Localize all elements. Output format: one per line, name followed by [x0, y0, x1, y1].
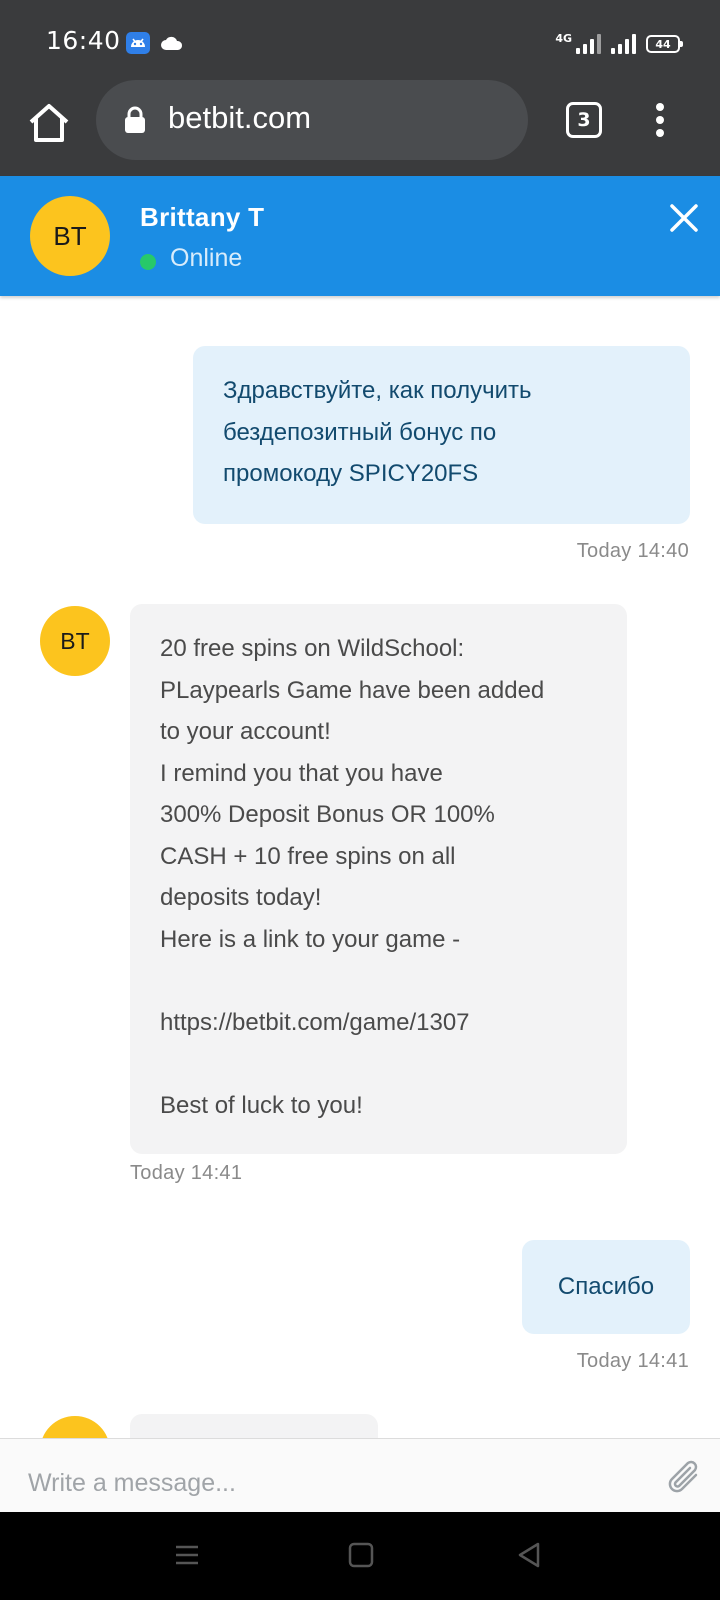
back-triangle-icon — [518, 1542, 540, 1568]
home-button[interactable] — [26, 100, 72, 146]
signal-icon-1 — [576, 34, 601, 54]
recent-apps-button[interactable] — [174, 1542, 200, 1572]
paperclip-icon — [668, 1460, 698, 1493]
battery-level: 44 — [655, 37, 671, 51]
message-text: 20 free spins on WildSchool: PLaypearls … — [160, 635, 545, 1119]
signal-icon-2 — [611, 34, 636, 54]
menu-lines-icon — [176, 1545, 198, 1565]
agent-avatar: BT — [30, 196, 110, 276]
url-text: betbit.com — [168, 100, 312, 135]
menu-dot — [656, 116, 664, 124]
status-time: 16:40 — [46, 26, 121, 55]
agent-name: Brittany T — [140, 202, 265, 232]
message-timestamp: Today 14:41 — [130, 1162, 243, 1184]
agent-message-avatar: BT — [40, 606, 110, 676]
lock-icon — [124, 106, 146, 138]
menu-dot — [656, 103, 664, 111]
android-notification-icon — [126, 32, 150, 54]
back-nav-button[interactable] — [516, 1542, 542, 1572]
battery-icon: 44 — [646, 35, 683, 53]
message-timestamp: Today 14:40 — [576, 540, 689, 562]
square-icon — [348, 1542, 374, 1568]
chat-header: BT Brittany T Online — [0, 176, 720, 296]
agent-message-avatar: BT — [40, 1416, 110, 1438]
system-navigation-bar — [0, 1512, 720, 1600]
message-timestamp: Today 14:41 — [576, 1350, 689, 1372]
message-text: Здравствуйте, как получить бездепозитный… — [223, 377, 532, 487]
status-indicators: 4G 44 — [555, 30, 683, 58]
tab-switcher-button[interactable]: 3 — [566, 102, 602, 138]
online-status-dot — [140, 254, 156, 270]
menu-dot — [656, 129, 664, 137]
attach-file-button[interactable] — [664, 1457, 704, 1501]
message-list[interactable]: Здравствуйте, как получить бездепозитный… — [0, 296, 720, 1438]
user-message-bubble: Здравствуйте, как получить бездепозитный… — [193, 346, 690, 524]
network-type-label: 4G — [555, 31, 572, 45]
message-composer — [0, 1438, 720, 1512]
online-status-text: Online — [170, 244, 243, 272]
tab-count: 3 — [577, 109, 591, 131]
browser-toolbar: betbit.com 3 — [0, 80, 720, 176]
address-bar[interactable]: betbit.com — [96, 80, 528, 160]
message-text: Спасибо — [557, 1273, 655, 1300]
home-icon — [29, 104, 69, 142]
close-chat-button[interactable] — [668, 202, 700, 234]
status-bar: 16:40 4G 44 — [0, 0, 720, 80]
close-icon — [670, 204, 698, 232]
agent-message-bubble — [130, 1414, 378, 1438]
browser-menu-button[interactable] — [650, 100, 670, 140]
message-input[interactable] — [28, 1461, 628, 1505]
cloud-icon — [160, 34, 184, 56]
home-nav-button[interactable] — [348, 1542, 374, 1572]
agent-message-bubble: 20 free spins on WildSchool: PLaypearls … — [130, 604, 627, 1154]
user-message-bubble: Спасибо — [522, 1240, 690, 1334]
